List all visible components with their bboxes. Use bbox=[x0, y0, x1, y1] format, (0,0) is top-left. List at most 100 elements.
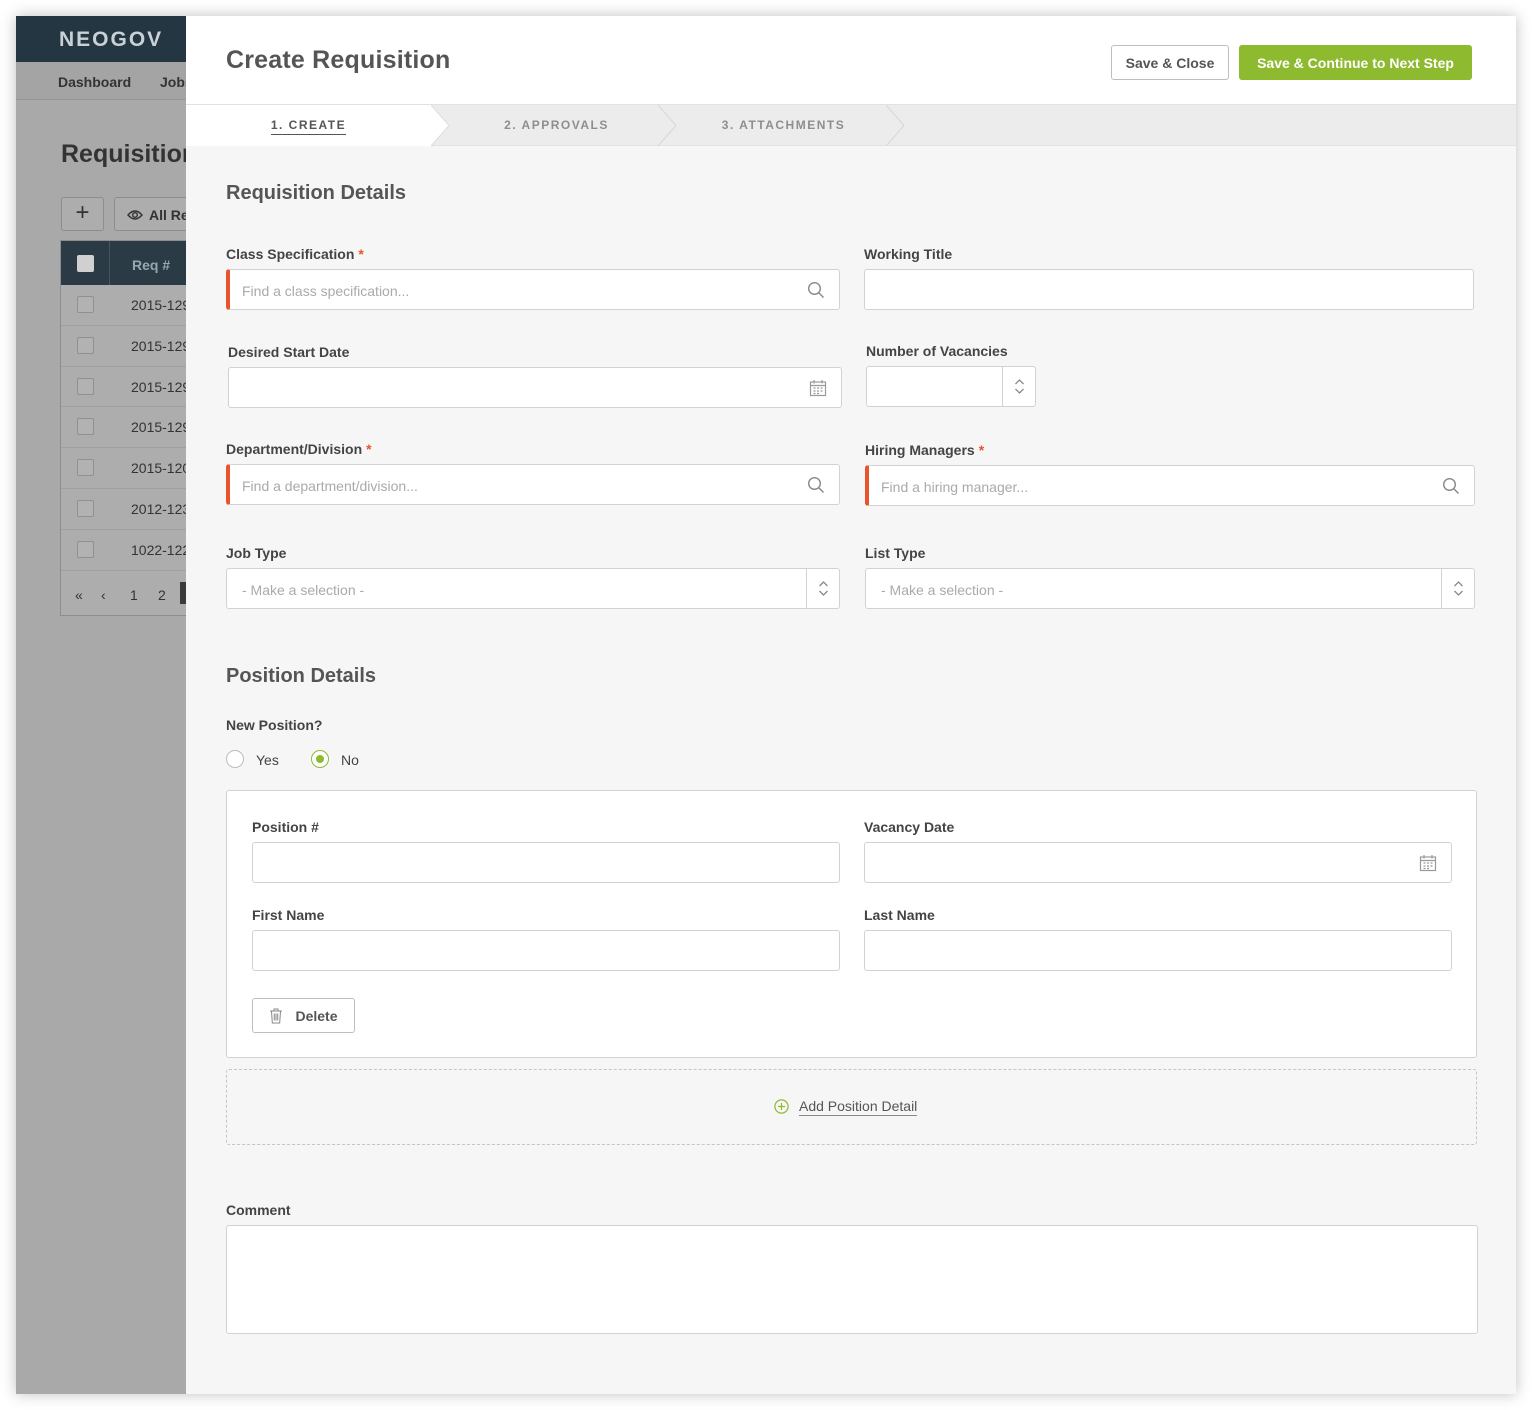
save-close-button[interactable]: Save & Close bbox=[1111, 45, 1229, 80]
step-separator-icon bbox=[886, 105, 904, 146]
row-checkbox[interactable] bbox=[77, 377, 94, 395]
job-type-select[interactable]: - Make a selection - bbox=[226, 568, 840, 609]
delete-position-button[interactable]: Delete bbox=[252, 998, 355, 1033]
page-1-button[interactable]: 1 bbox=[130, 587, 138, 603]
tab-attachments[interactable]: 3. ATTACHMENTS bbox=[676, 105, 891, 146]
department-input[interactable]: Find a department/division... bbox=[226, 464, 840, 505]
vacancies-label: Number of Vacancies bbox=[866, 343, 1008, 359]
filter-dropdown[interactable]: All Re bbox=[114, 197, 194, 231]
class-spec-label-text: Class Specification bbox=[226, 246, 355, 262]
modal-title: Create Requisition bbox=[226, 46, 451, 74]
nav-dashboard[interactable]: Dashboard bbox=[58, 74, 131, 90]
add-requisition-button[interactable]: + bbox=[61, 197, 104, 231]
comment-textarea[interactable] bbox=[226, 1225, 1478, 1334]
position-detail-card: Position # Vacancy Date First Name Last … bbox=[226, 790, 1477, 1058]
up-down-arrows-icon bbox=[819, 581, 828, 596]
department-label: Department/Division * bbox=[226, 441, 372, 457]
delete-label: Delete bbox=[295, 1007, 338, 1024]
vacancy-date-label: Vacancy Date bbox=[864, 819, 955, 835]
row-checkbox[interactable] bbox=[77, 296, 94, 313]
comment-label: Comment bbox=[226, 1202, 291, 1218]
req-number: 2015-129 bbox=[131, 378, 191, 395]
search-icon bbox=[807, 476, 824, 493]
row-checkbox[interactable] bbox=[77, 459, 94, 477]
radio-no-label[interactable]: No bbox=[341, 752, 359, 768]
row-checkbox[interactable] bbox=[77, 418, 94, 436]
column-req-number[interactable]: Req # bbox=[109, 241, 170, 285]
select-all-checkbox[interactable] bbox=[77, 255, 94, 272]
class-spec-placeholder: Find a class specification... bbox=[242, 283, 410, 299]
up-down-arrows-icon bbox=[1454, 581, 1463, 596]
required-marker: * bbox=[978, 442, 985, 458]
step-separator-icon bbox=[431, 105, 449, 146]
table-row[interactable]: 2015-129 bbox=[61, 407, 191, 449]
add-position-detail-label: Add Position Detail bbox=[799, 1098, 918, 1116]
tab-approvals[interactable]: 2. APPROVALS bbox=[449, 105, 664, 146]
req-number: 2015-120 bbox=[131, 460, 191, 477]
calendar-icon[interactable] bbox=[809, 379, 827, 397]
requisition-details-title: Requisition Details bbox=[226, 182, 407, 204]
list-type-select[interactable]: - Make a selection - bbox=[865, 568, 1475, 609]
hiring-managers-placeholder: Find a hiring manager... bbox=[881, 479, 1029, 495]
add-position-detail-button[interactable]: Add Position Detail bbox=[226, 1069, 1477, 1145]
neogov-logo: NEOGOV bbox=[59, 28, 164, 51]
save-continue-button[interactable]: Save & Continue to Next Step bbox=[1239, 45, 1472, 80]
table-row[interactable]: 2015-129 bbox=[61, 367, 191, 408]
job-type-value: - Make a selection - bbox=[242, 582, 365, 598]
step-progress: 1. CREATE 2. APPROVALS 3. ATTACHMENTS bbox=[186, 104, 1516, 146]
filter-label: All Re bbox=[149, 207, 189, 223]
last-name-label: Last Name bbox=[864, 907, 935, 923]
main-nav: Dashboard Jobs bbox=[16, 62, 193, 100]
required-marker: * bbox=[366, 441, 372, 457]
position-number-input[interactable] bbox=[252, 842, 840, 883]
select-arrows bbox=[1441, 569, 1474, 608]
search-icon bbox=[1442, 477, 1459, 494]
select-arrows bbox=[806, 569, 839, 608]
vacancy-date-input[interactable] bbox=[864, 842, 1452, 883]
page-2-button[interactable]: 2 bbox=[158, 587, 166, 603]
list-type-label: List Type bbox=[865, 545, 926, 561]
hiring-managers-input[interactable]: Find a hiring manager... bbox=[865, 465, 1475, 506]
table-header: Req # bbox=[61, 241, 189, 285]
search-icon bbox=[807, 281, 824, 298]
background-app: NEOGOV Dashboard Jobs Requisitions + All… bbox=[16, 16, 211, 1394]
radio-yes[interactable] bbox=[226, 750, 244, 768]
table-row[interactable]: 2012-123 bbox=[61, 489, 190, 530]
start-date-input[interactable] bbox=[228, 367, 842, 408]
first-name-input[interactable] bbox=[252, 930, 840, 971]
position-number-label: Position # bbox=[252, 819, 319, 835]
class-spec-label: Class Specification * bbox=[226, 246, 364, 262]
table-row[interactable]: 2015-120 bbox=[61, 448, 191, 489]
tab-create[interactable]: 1. CREATE bbox=[186, 105, 431, 146]
stepper-arrows[interactable] bbox=[1002, 367, 1035, 406]
table-row[interactable]: 2015-129 bbox=[61, 326, 190, 367]
calendar-icon[interactable] bbox=[1419, 854, 1437, 872]
vacancies-stepper[interactable] bbox=[866, 366, 1036, 407]
department-placeholder: Find a department/division... bbox=[242, 478, 418, 494]
table-row[interactable]: 2015-129 bbox=[61, 285, 190, 326]
working-title-input[interactable] bbox=[864, 269, 1474, 310]
list-type-value: - Make a selection - bbox=[881, 582, 1004, 598]
app-window: NEOGOV Dashboard Jobs Requisitions + All… bbox=[16, 16, 1516, 1394]
radio-yes-label[interactable]: Yes bbox=[256, 752, 279, 768]
trash-icon bbox=[270, 1008, 282, 1024]
step-separator-icon bbox=[658, 105, 676, 146]
plus-circle-icon bbox=[774, 1099, 789, 1114]
req-number: 2015-129 bbox=[131, 419, 191, 436]
table-row[interactable]: 1022-122 bbox=[61, 530, 191, 571]
eye-icon bbox=[127, 210, 143, 220]
required-marker: * bbox=[358, 246, 364, 262]
new-position-label: New Position? bbox=[226, 717, 323, 733]
first-page-button[interactable]: « bbox=[75, 587, 83, 603]
req-number: 1022-122 bbox=[131, 541, 191, 558]
row-checkbox[interactable] bbox=[77, 499, 94, 517]
pagination: « ‹ 1 2 bbox=[61, 575, 194, 615]
class-spec-input[interactable]: Find a class specification... bbox=[226, 269, 840, 310]
create-requisition-modal: Create Requisition Save & Close Save & C… bbox=[186, 16, 1516, 1394]
row-checkbox[interactable] bbox=[77, 336, 94, 354]
row-checkbox[interactable] bbox=[77, 540, 94, 558]
last-name-input[interactable] bbox=[864, 930, 1452, 971]
hiring-managers-label: Hiring Managers * bbox=[865, 442, 984, 458]
radio-no[interactable] bbox=[311, 750, 329, 768]
prev-page-button[interactable]: ‹ bbox=[101, 587, 106, 603]
